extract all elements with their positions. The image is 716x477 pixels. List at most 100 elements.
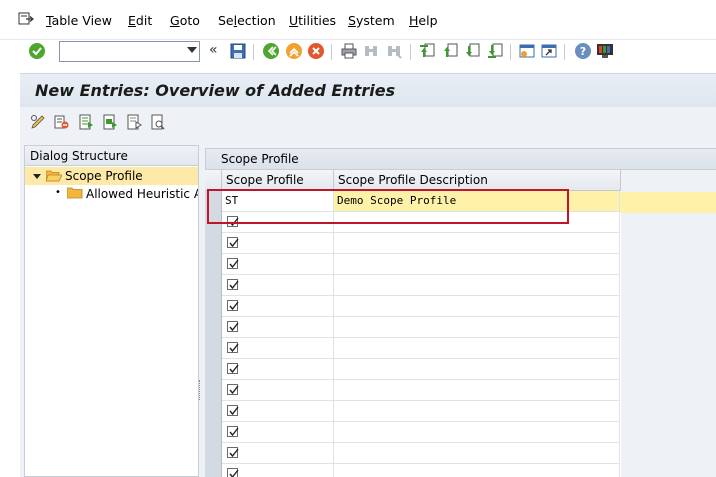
- cell-scope-profile[interactable]: [222, 212, 334, 232]
- deselect-all-icon[interactable]: [126, 114, 142, 130]
- cell-scope-profile[interactable]: [222, 380, 334, 400]
- table-row[interactable]: [222, 422, 620, 443]
- save-icon[interactable]: [229, 42, 247, 60]
- last-page-icon[interactable]: [486, 42, 504, 60]
- print-icon[interactable]: [340, 42, 358, 60]
- cell-scope-profile-description[interactable]: [334, 212, 620, 232]
- checkbox-icon[interactable]: [227, 426, 239, 437]
- column-header-scope-profile[interactable]: Scope Profile: [222, 170, 334, 191]
- table-row[interactable]: [222, 212, 620, 233]
- cell-scope-profile[interactable]: [222, 359, 334, 379]
- table-row[interactable]: [222, 254, 620, 275]
- cancel-icon[interactable]: [307, 42, 325, 60]
- cell-scope-profile[interactable]: [222, 233, 334, 253]
- table-row[interactable]: [222, 317, 620, 338]
- previous-page-icon[interactable]: [441, 42, 459, 60]
- tree-item-allowed-heuristic[interactable]: • Allowed Heuristic Alg: [25, 185, 198, 203]
- create-session-icon[interactable]: [518, 42, 536, 60]
- menu-edit[interactable]: Edit: [128, 13, 152, 28]
- cell-scope-profile[interactable]: [222, 317, 334, 337]
- delete-icon[interactable]: [53, 114, 69, 130]
- cell-scope-profile-description[interactable]: [334, 317, 620, 337]
- menu-goto[interactable]: Goto: [170, 13, 200, 28]
- cell-scope-profile-description[interactable]: [334, 296, 620, 316]
- table-row[interactable]: [222, 380, 620, 401]
- cell-scope-profile-description[interactable]: Demo Scope Profile: [334, 191, 620, 211]
- tree-item-scope-profile[interactable]: Scope Profile: [25, 167, 198, 185]
- cell-scope-profile[interactable]: [222, 338, 334, 358]
- table-row[interactable]: [222, 464, 620, 477]
- select-all-header[interactable]: [205, 170, 222, 191]
- back-chevron-icon[interactable]: «: [209, 42, 218, 58]
- find-icon[interactable]: [362, 42, 380, 60]
- checkbox-icon[interactable]: [227, 258, 239, 269]
- command-field[interactable]: [59, 41, 200, 62]
- checkbox-icon[interactable]: [227, 447, 239, 458]
- cell-scope-profile-description[interactable]: [334, 254, 620, 274]
- shortcut-icon[interactable]: [540, 42, 558, 60]
- cell-scope-profile[interactable]: ST: [222, 191, 334, 211]
- menu-table-view[interactable]: Table View: [46, 13, 112, 28]
- checkbox-icon[interactable]: [227, 237, 239, 248]
- command-input[interactable]: [62, 43, 180, 60]
- checkbox-icon[interactable]: [227, 300, 239, 311]
- menu-utilities[interactable]: Utilities: [289, 13, 336, 28]
- cell-scope-profile[interactable]: [222, 401, 334, 421]
- cell-scope-profile[interactable]: [222, 275, 334, 295]
- checkbox-icon[interactable]: [227, 405, 239, 416]
- enter-icon[interactable]: [28, 42, 46, 60]
- expand-triangle-icon[interactable]: [33, 174, 41, 179]
- checkbox-icon[interactable]: [227, 468, 239, 477]
- cell-scope-profile[interactable]: [222, 296, 334, 316]
- checkbox-icon[interactable]: [227, 279, 239, 290]
- bullet-icon: •: [55, 187, 61, 198]
- cell-scope-profile-description[interactable]: [334, 275, 620, 295]
- menu-help[interactable]: Help: [409, 13, 438, 28]
- cell-scope-profile-description[interactable]: [334, 422, 620, 442]
- menu-selection[interactable]: Selection: [218, 13, 276, 28]
- select-block-icon[interactable]: [102, 114, 118, 130]
- cell-scope-profile-description[interactable]: [334, 359, 620, 379]
- cell-scope-profile-description[interactable]: [334, 338, 620, 358]
- cell-scope-profile-description[interactable]: [334, 464, 620, 477]
- help-icon[interactable]: ?: [574, 42, 592, 60]
- cell-scope-profile-description[interactable]: [334, 380, 620, 400]
- column-header-description[interactable]: Scope Profile Description: [334, 170, 621, 191]
- cell-scope-profile[interactable]: [222, 443, 334, 463]
- table-row[interactable]: [222, 275, 620, 296]
- table-row[interactable]: [222, 233, 620, 254]
- first-page-icon[interactable]: [418, 42, 436, 60]
- table-row[interactable]: ST Demo Scope Profile: [222, 191, 620, 212]
- change-display-icon[interactable]: [30, 114, 46, 130]
- next-page-icon[interactable]: [463, 42, 481, 60]
- table-row[interactable]: [222, 359, 620, 380]
- separator: [410, 44, 411, 60]
- exit-icon[interactable]: [285, 42, 303, 60]
- layout-icon[interactable]: [596, 42, 614, 60]
- checkbox-icon[interactable]: [227, 384, 239, 395]
- cell-scope-profile[interactable]: [222, 422, 334, 442]
- table-row[interactable]: [222, 338, 620, 359]
- cell-scope-profile[interactable]: [222, 254, 334, 274]
- back-icon[interactable]: [262, 42, 280, 60]
- choose-icon[interactable]: [150, 114, 166, 130]
- find-next-icon[interactable]: [385, 42, 403, 60]
- cell-scope-profile-description[interactable]: [334, 233, 620, 253]
- menu-icon[interactable]: [18, 12, 34, 26]
- checkbox-icon[interactable]: [227, 363, 239, 374]
- row-selector-column[interactable]: [205, 191, 222, 477]
- cell-scope-profile-description[interactable]: [334, 401, 620, 421]
- select-all-icon[interactable]: [78, 114, 94, 130]
- cell-scope-profile[interactable]: [222, 464, 334, 477]
- checkbox-icon[interactable]: [227, 321, 239, 332]
- checkbox-icon[interactable]: [227, 216, 239, 227]
- table-control: Scope Profile Scope Profile Description …: [205, 170, 621, 477]
- checkbox-icon[interactable]: [227, 342, 239, 353]
- chevron-down-icon[interactable]: [187, 47, 197, 53]
- panel-splitter[interactable]: [199, 380, 202, 400]
- cell-scope-profile-description[interactable]: [334, 443, 620, 463]
- menu-system[interactable]: System: [348, 13, 395, 28]
- table-row[interactable]: [222, 443, 620, 464]
- table-row[interactable]: [222, 296, 620, 317]
- table-row[interactable]: [222, 401, 620, 422]
